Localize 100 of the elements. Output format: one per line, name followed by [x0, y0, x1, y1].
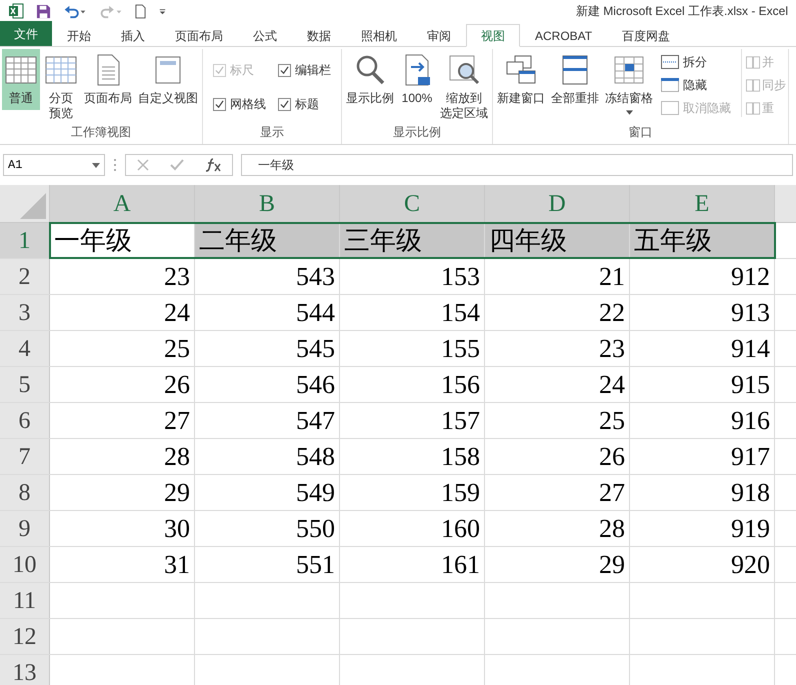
row-header[interactable]: 8	[0, 475, 50, 510]
column-header[interactable]: C	[340, 185, 485, 222]
table-cell-text: 25	[599, 405, 625, 437]
caret-icon	[92, 162, 100, 168]
drag-handle-icon[interactable]	[113, 158, 117, 172]
save-icon[interactable]	[36, 4, 51, 18]
ribbon-tab[interactable]: ACROBAT	[520, 24, 608, 47]
customize-menu-icon[interactable]	[158, 6, 167, 16]
column-header[interactable]: B	[195, 185, 340, 222]
table-cell-text: 29	[164, 477, 190, 509]
table-cell-text: 153	[441, 261, 480, 293]
table-cell-text: 913	[731, 297, 770, 329]
table-cell-text: 二年级	[199, 225, 277, 257]
table-cell-text: 548	[296, 441, 335, 473]
row-header[interactable]: 4	[0, 331, 50, 366]
ribbon-tab[interactable]: 插入	[106, 24, 160, 47]
window-icon	[661, 101, 679, 115]
table-cell-text: 543	[296, 261, 335, 293]
table-cell-text: 24	[599, 369, 625, 401]
table-cell-text: 914	[731, 333, 770, 365]
row-header[interactable]: 11	[0, 583, 50, 618]
ribbon-tab[interactable]: 数据	[292, 24, 346, 47]
table-cell-text: 27	[599, 477, 625, 509]
check-icon[interactable]	[170, 158, 184, 172]
checkbox[interactable]: 编辑栏	[278, 61, 331, 79]
row-header[interactable]: 13	[0, 655, 50, 685]
table-cell-text: 545	[296, 333, 335, 365]
table-cell-text: 156	[441, 369, 480, 401]
table-cell-text: 546	[296, 369, 335, 401]
group-label: 显示	[259, 124, 285, 141]
checkbox[interactable]: 标题	[278, 95, 331, 113]
ribbon-tab[interactable]: 开始	[52, 24, 106, 47]
ribbon-button[interactable]: 冻结窗格	[603, 49, 655, 119]
ribbon-button[interactable]: 显示比例	[344, 49, 396, 110]
table-cell-text: 29	[599, 549, 625, 581]
spreadsheet-logo-icon[interactable]	[8, 3, 24, 19]
new-document-icon[interactable]	[135, 4, 146, 18]
table-cell-text: 547	[296, 405, 335, 437]
table-cell-text: 22	[599, 297, 625, 329]
row-header[interactable]: 7	[0, 439, 50, 474]
hidden-window-icon	[661, 78, 679, 92]
table-cell-text: 154	[441, 297, 480, 329]
row-header[interactable]: 3	[0, 295, 50, 330]
name-box[interactable]: A1	[3, 154, 105, 176]
formula-input[interactable]: 一年级	[241, 154, 793, 176]
table-cell-text: 27	[164, 405, 190, 437]
table-cell-text: 三年级	[344, 225, 422, 257]
table-cell-text: 23	[164, 261, 190, 293]
row-header[interactable]: 10	[0, 547, 50, 582]
row-header[interactable]: 9	[0, 511, 50, 546]
ribbon-tab[interactable]: 照相机	[346, 24, 412, 47]
ribbon-tab[interactable]: 公式	[238, 24, 292, 47]
row-header[interactable]: 1	[0, 223, 50, 258]
check-icon	[215, 100, 224, 108]
checkbox[interactable]: 网格线	[213, 95, 266, 113]
ribbon-button[interactable]: 普通	[2, 49, 40, 110]
file-tab[interactable]: 文件	[0, 21, 52, 46]
table-cell-text: 21	[599, 261, 625, 293]
check-icon	[215, 66, 224, 74]
table-cell-text: 920	[731, 549, 770, 581]
triangle-icon	[20, 193, 46, 219]
undo-icon[interactable]	[63, 4, 87, 18]
function-icon[interactable]	[204, 157, 222, 173]
row-header[interactable]: 5	[0, 367, 50, 402]
table-cell-text: 915	[731, 369, 770, 401]
table-cell-text: 917	[731, 441, 770, 473]
ribbon-button[interactable]: 100%	[398, 49, 436, 110]
ribbon-tab[interactable]: 百度网盘	[607, 24, 686, 47]
table-cell-text: 160	[441, 513, 480, 545]
window-title: 新建 Microsoft Excel 工作表.xlsx - Excel	[576, 3, 788, 20]
ribbon-button[interactable]: 新建窗口	[495, 49, 547, 110]
column-header[interactable]: A	[50, 185, 195, 222]
table-cell-text: 549	[296, 477, 335, 509]
table-cell-text: 24	[164, 297, 190, 329]
windows-icon	[746, 56, 760, 68]
table-cell-text: 一年级	[54, 225, 132, 257]
row-header[interactable]: 2	[0, 259, 50, 294]
column-header[interactable]: E	[630, 185, 775, 222]
table-cell-text: 161	[441, 549, 480, 581]
table-cell-text: 918	[731, 477, 770, 509]
row-header[interactable]: 6	[0, 403, 50, 438]
table-cell-text: 五年级	[634, 225, 712, 257]
ribbon-button[interactable]: 全部重排	[549, 49, 601, 110]
table-cell-text: 916	[731, 405, 770, 437]
column-header[interactable]: D	[485, 185, 630, 222]
ribbon-button[interactable]: 自定义视图	[136, 49, 200, 110]
ribbon-button[interactable]: 分页 预览	[42, 49, 80, 125]
ribbon-button[interactable]: 页面布局	[82, 49, 134, 110]
group-label: 窗口	[628, 124, 654, 141]
ribbon-tab[interactable]: 视图	[466, 24, 520, 47]
small-ribbon-button[interactable]: 拆分	[661, 53, 731, 71]
small-ribbon-button[interactable]: 隐藏	[661, 76, 731, 94]
ribbon-tab[interactable]: 页面布局	[160, 24, 238, 47]
table-cell-text: 30	[164, 513, 190, 545]
table-cell-text: 159	[441, 477, 480, 509]
ribbon-button[interactable]: 缩放到 选定区域	[438, 49, 490, 125]
ribbon-tab[interactable]: 审阅	[412, 24, 466, 47]
group-label: 显示比例	[392, 124, 442, 141]
table-cell-text: 25	[164, 333, 190, 365]
row-header[interactable]: 12	[0, 619, 50, 654]
